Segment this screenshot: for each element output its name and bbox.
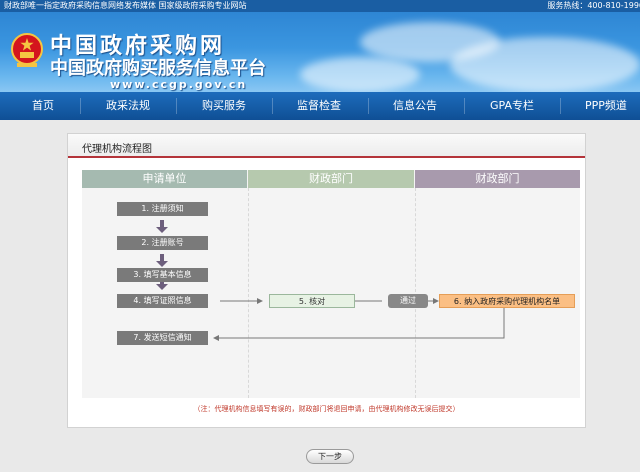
- nav-item-regulations[interactable]: 政采法规: [106, 92, 150, 120]
- nav-separator: [368, 98, 369, 114]
- step-1-registration-notice[interactable]: 1. 注册须知: [117, 202, 208, 216]
- national-emblem-icon: [11, 33, 43, 67]
- nav-separator: [560, 98, 561, 114]
- step-5-verify[interactable]: 5. 核对: [269, 294, 355, 308]
- top-info-bar: 财政部唯一指定政府采购信息网络发布媒体 国家级政府采购专业网站 服务热线：400…: [0, 0, 640, 12]
- nav-item-purchase-services[interactable]: 购买服务: [202, 92, 246, 120]
- nav-item-ppp[interactable]: PPP频道: [585, 92, 627, 120]
- panel-header: 代理机构流程图: [68, 134, 585, 158]
- step-4-license-info[interactable]: 4. 填写证照信息: [117, 294, 208, 308]
- cloud-decoration: [450, 37, 640, 92]
- nav-separator: [176, 98, 177, 114]
- flowchart-panel: 代理机构流程图 申请单位 财政部门 财政部门 1. 注册须知 2. 注册账号 3…: [67, 133, 586, 428]
- flowchart: 申请单位 财政部门 财政部门 1. 注册须知 2. 注册账号 3. 填写基本信息…: [82, 170, 580, 398]
- step-2-register-account[interactable]: 2. 注册账号: [117, 236, 208, 250]
- main-nav: 首页 政采法规 购买服务 监督检查 信息公告 GPA专栏 PPP频道: [0, 92, 640, 120]
- step-3-basic-info[interactable]: 3. 填写基本信息: [117, 268, 208, 282]
- nav-separator: [464, 98, 465, 114]
- nav-item-announcements[interactable]: 信息公告: [393, 92, 437, 120]
- nav-item-home[interactable]: 首页: [32, 92, 54, 120]
- nav-separator: [80, 98, 81, 114]
- nav-item-gpa[interactable]: GPA专栏: [490, 92, 534, 120]
- site-subtitle: 中国政府购买服务信息平台: [50, 58, 266, 79]
- site-url: www.ccgp.gov.cn: [110, 78, 248, 91]
- step-6-add-to-agency-list[interactable]: 6. 纳入政府采购代理机构名单: [439, 294, 575, 308]
- cloud-decoration: [300, 57, 420, 92]
- panel-title: 代理机构流程图: [82, 144, 152, 155]
- nav-item-supervision[interactable]: 监督检查: [297, 92, 341, 120]
- site-header: 中国政府采购网 中国政府购买服务信息平台 www.ccgp.gov.cn: [0, 12, 640, 92]
- panel-note: （注：代理机构信息填写有误的，财政部门将退回申请，由代理机构修改无误后提交）: [193, 405, 460, 413]
- nav-separator: [272, 98, 273, 114]
- pass-label: 通过: [388, 294, 428, 308]
- step-7-send-sms[interactable]: 7. 发送短信通知: [117, 331, 208, 345]
- top-info-text: 财政部唯一指定政府采购信息网络发布媒体 国家级政府采购专业网站: [4, 1, 247, 10]
- next-step-button[interactable]: 下一步: [306, 449, 354, 464]
- service-hotline: 服务热线：400-810-1996: [547, 1, 640, 10]
